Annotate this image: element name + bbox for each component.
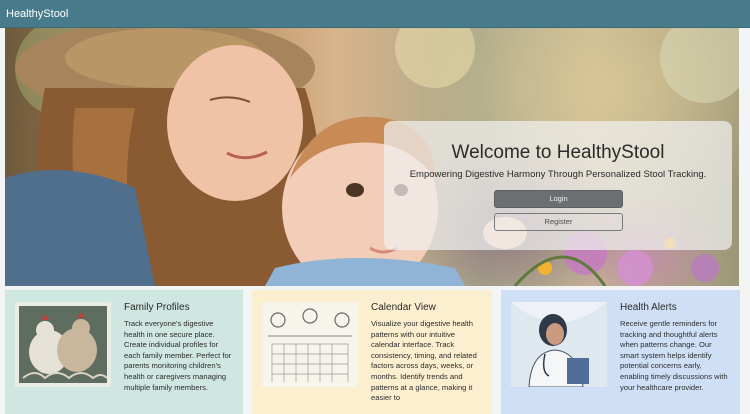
hero-banner: Welcome to HealthyStool Empowering Diges… <box>5 28 739 286</box>
register-button[interactable]: Register <box>494 213 623 231</box>
chickens-illustration-icon <box>15 302 111 387</box>
feature-title: Calendar View <box>371 302 436 313</box>
feature-description: Receive gentle reminders for tracking an… <box>620 319 728 392</box>
feature-title: Health Alerts <box>620 302 677 313</box>
top-navbar: HealthyStool <box>0 0 750 28</box>
welcome-card: Welcome to HealthyStool Empowering Diges… <box>384 121 732 250</box>
feature-description: Visualize your digestive health patterns… <box>371 319 477 403</box>
feature-card-health-alerts: Health Alerts Receive gentle reminders f… <box>501 290 740 414</box>
feature-description: Track everyone's digestive health in one… <box>124 319 232 392</box>
feature-card-family-profiles: Family Profiles Track everyone's digesti… <box>5 290 243 414</box>
feature-card-calendar-view: Calendar View Visualize your digestive h… <box>252 290 492 414</box>
welcome-subtitle: Empowering Digestive Harmony Through Per… <box>409 169 707 180</box>
welcome-title: Welcome to HealthyStool <box>451 142 665 163</box>
login-button[interactable]: Login <box>494 190 623 208</box>
doctor-illustration-icon <box>511 302 607 387</box>
feature-title: Family Profiles <box>124 302 190 313</box>
calendar-illustration-icon <box>262 302 358 387</box>
brand-logo-text[interactable]: HealthyStool <box>6 8 68 20</box>
